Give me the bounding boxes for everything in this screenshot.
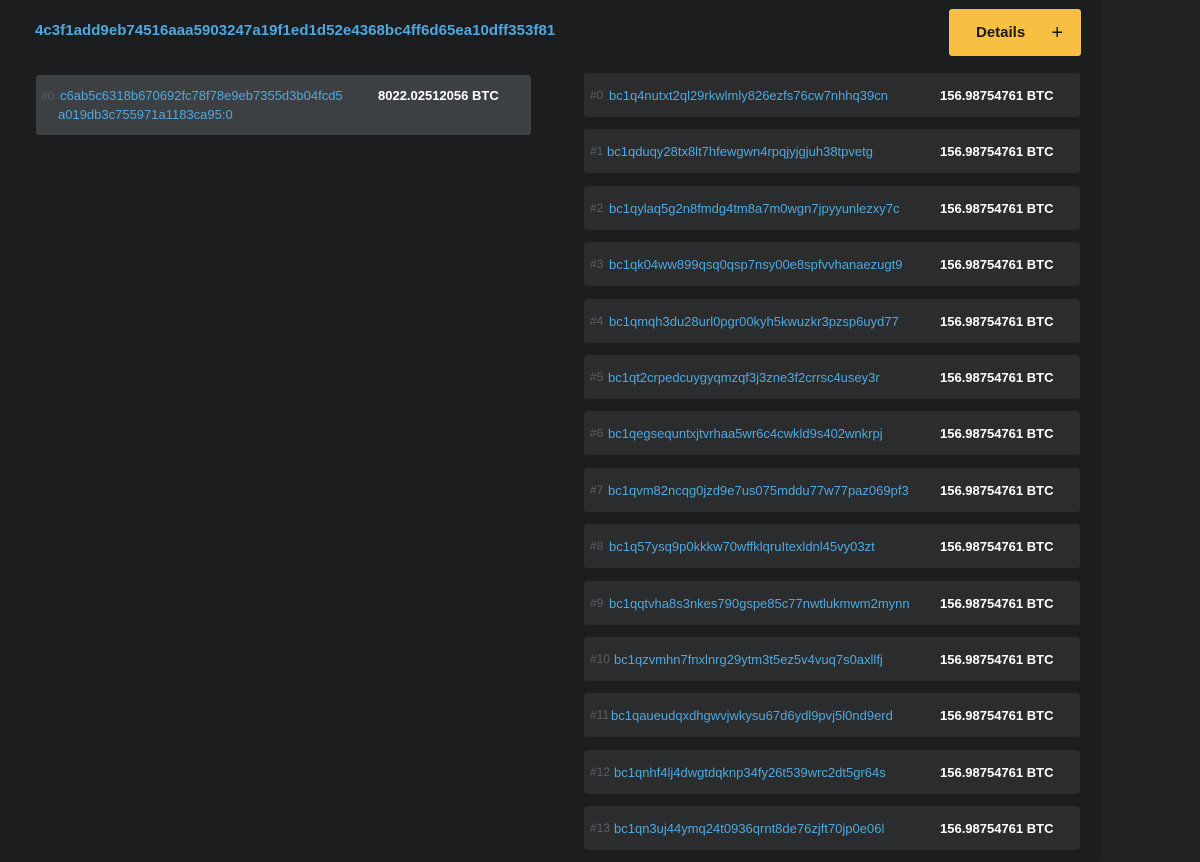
output-row: #4 bc1qmqh3du28url0pgr00kyh5kwuzkr3pzsp6…	[584, 298, 1080, 343]
output-amount: 156.98754761 BTC	[940, 482, 1054, 498]
output-index: #4	[590, 313, 604, 328]
transaction-id-link[interactable]: 4c3f1add9eb74516aaa5903247a19f1ed1d52e43…	[35, 22, 555, 39]
output-index: #13	[590, 821, 611, 836]
output-row: #13 bc1qn3uj44ymq24t0936qrnt8de76zjft70j…	[584, 806, 1080, 851]
output-address-link[interactable]: bc1qnhf4lj4dwgtdqknp34fy26t539wrc2dt5gr6…	[614, 765, 886, 780]
output-index: #11	[590, 708, 610, 723]
output-index: #3	[590, 257, 604, 272]
output-amount: 156.98754761 BTC	[940, 821, 1054, 837]
output-amount: 156.98754761 BTC	[940, 651, 1054, 667]
output-row: #1 bc1qduqy28tx8lt7hfewgwn4rpqjyjgjuh38t…	[584, 129, 1080, 174]
side-strip	[1101, 0, 1200, 861]
output-index: #0	[590, 88, 604, 102]
output-amount: 156.98754761 BTC	[940, 200, 1054, 216]
output-amount: 156.98754761 BTC	[940, 539, 1054, 555]
output-amount: 156.98754761 BTC	[940, 313, 1054, 329]
output-row: #7 bc1qvm82ncqg0jzd9e7us075mddu77w77paz0…	[584, 467, 1080, 512]
output-amount: 156.98754761 BTC	[940, 88, 1054, 103]
output-row: #10 bc1qzvmhn7fnxlnrg29ytm3t5ez5v4vuq7s0…	[584, 636, 1080, 681]
output-amount: 156.98754761 BTC	[940, 144, 1054, 160]
output-index: #7	[590, 482, 604, 497]
output-address-link[interactable]: bc1q4nutxt2ql29rkwlmly826ezfs76cw7nhhq39…	[609, 88, 888, 103]
output-row: #12 bc1qnhf4lj4dwgtdqknp34fy26t539wrc2dt…	[584, 749, 1080, 794]
output-address-link[interactable]: bc1qn3uj44ymq24t0936qrnt8de76zjft70jp0e0…	[614, 821, 884, 836]
output-index: #12	[590, 764, 611, 779]
output-address-link[interactable]: bc1qqtvha8s3nkes790gspe85c77nwtlukmwm2my…	[609, 596, 910, 611]
output-address-link[interactable]: bc1q57ysq9p0kkkw70wffklqruItexldnl45vy03…	[609, 539, 875, 554]
input-item: #0 c6ab5c6318b670692fc78f78e9eb7355d3b04…	[36, 75, 531, 135]
output-address-link[interactable]: bc1qaueudqxdhgwvjwkysu67d6ydl9pvj5l0nd9e…	[611, 708, 893, 723]
input-prev-tx-link[interactable]: c6ab5c6318b670692fc78f78e9eb7355d3b04fcd…	[60, 88, 343, 103]
output-amount: 156.98754761 BTC	[940, 426, 1054, 442]
output-amount: 156.98754761 BTC	[940, 708, 1054, 724]
output-row: #0 bc1q4nutxt2ql29rkwlmly826ezfs76cw7nhh…	[584, 73, 1080, 117]
output-address-link[interactable]: bc1qegsequntxjtvrhaa5wr6c4cwkld9s402wnkr…	[608, 426, 883, 441]
output-address-link[interactable]: bc1qk04ww899qsq0qsp7nsy00e8spfvvhanaezug…	[609, 257, 902, 272]
output-address-link[interactable]: bc1qduqy28tx8lt7hfewgwn4rpqjyjgjuh38tpve…	[607, 144, 873, 159]
outputs-list: #0 bc1q4nutxt2ql29rkwlmly826ezfs76cw7nhh…	[584, 73, 1080, 862]
output-amount: 156.98754761 BTC	[940, 369, 1054, 385]
plus-icon: +	[1051, 21, 1063, 44]
output-row: #11 bc1qaueudqxdhgwvjwkysu67d6ydl9pvj5l0…	[584, 693, 1080, 738]
input-prev-tx-link-continued[interactable]: a019db3c755971a1183ca95:0	[58, 107, 233, 122]
output-index: #1	[590, 144, 604, 159]
output-address-link[interactable]: bc1qylaq5g2n8fmdg4tm8a7m0wgn7jpyyunlezxy…	[609, 201, 900, 216]
output-row: #9 bc1qqtvha8s3nkes790gspe85c77nwtlukmwm…	[584, 580, 1080, 625]
output-index: #9	[590, 595, 604, 610]
output-address-link[interactable]: bc1qvm82ncqg0jzd9e7us075mddu77w77paz069p…	[608, 483, 909, 498]
output-row: #2 bc1qylaq5g2n8fmdg4tm8a7m0wgn7jpyyunle…	[584, 185, 1080, 230]
output-row: #8 bc1q57ysq9p0kkkw70wffklqruItexldnl45v…	[584, 524, 1080, 569]
input-index: #0	[41, 89, 55, 103]
output-address-link[interactable]: bc1qt2crpedcuygyqmzqf3j3zne3f2crrsc4usey…	[608, 370, 880, 385]
input-amount: 8022.02512056 BTC	[378, 88, 499, 103]
output-row: #5 bc1qt2crpedcuygyqmzqf3j3zne3f2crrsc4u…	[584, 354, 1080, 399]
output-address-link[interactable]: bc1qmqh3du28url0pgr00kyh5kwuzkr3pzsp6uyd…	[609, 314, 899, 329]
output-row: #6 bc1qegsequntxjtvrhaa5wr6c4cwkld9s402w…	[584, 411, 1080, 456]
details-button[interactable]: Details +	[949, 9, 1081, 56]
output-index: #10	[590, 651, 611, 666]
details-button-label: Details	[976, 24, 1026, 41]
output-row: #3 bc1qk04ww899qsq0qsp7nsy00e8spfvvhanae…	[584, 242, 1080, 287]
output-index: #5	[590, 369, 604, 384]
output-amount: 156.98754761 BTC	[940, 595, 1054, 611]
output-amount: 156.98754761 BTC	[940, 257, 1054, 273]
output-index: #2	[590, 200, 604, 215]
output-amount: 156.98754761 BTC	[940, 764, 1054, 780]
output-index: #6	[590, 426, 604, 441]
output-index: #8	[590, 539, 604, 554]
output-address-link[interactable]: bc1qzvmhn7fnxlnrg29ytm3t5ez5v4vuq7s0axll…	[614, 652, 883, 667]
